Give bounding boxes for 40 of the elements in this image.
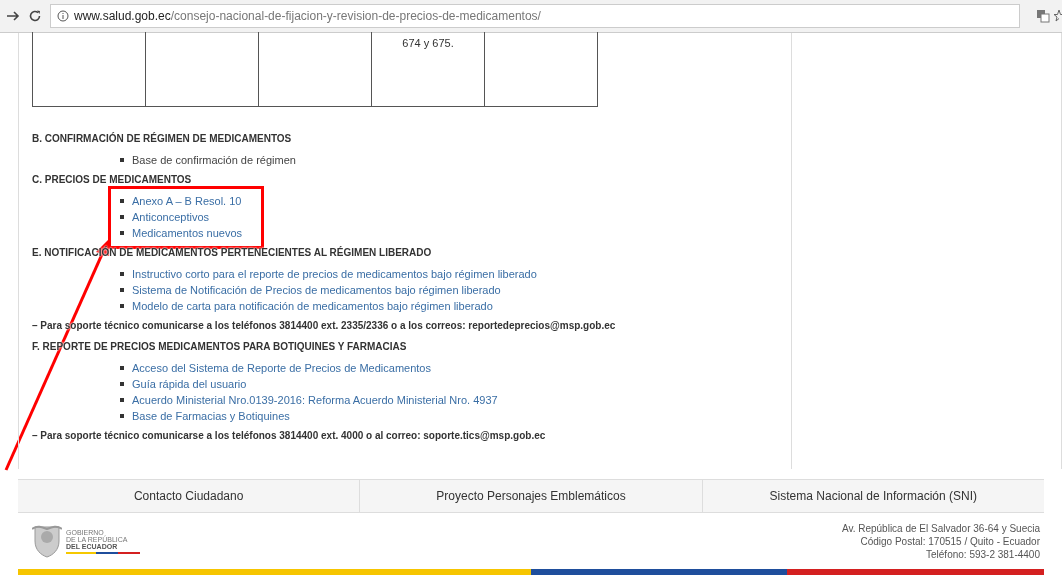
- translate-icon[interactable]: [1036, 9, 1050, 23]
- bullet-icon: [120, 231, 124, 235]
- section-heading: C. PRECIOS DE MEDICAMENTOS: [32, 174, 193, 185]
- document-link[interactable]: Instructivo corto para el reporte de precios de medicamentos bajo régimen liberado: [132, 268, 537, 280]
- forward-arrow-icon[interactable]: [6, 9, 20, 23]
- footer-link[interactable]: Contacto Ciudadano: [18, 480, 360, 512]
- section-heading: B. CONFIRMACIÓN DE RÉGIMEN DE MEDICAMENTOS: [32, 133, 293, 144]
- document-link[interactable]: Acceso del Sistema de Reporte de Precios de Medicamentos: [132, 362, 431, 374]
- address-bar[interactable]: www.salud.gob.ec/consejo-nacional-de-fijacion-y-revision-de-precios-de-medicamentos/: [50, 4, 1020, 28]
- support-note: – Para soporte técnico comunicarse a los teléfonos 3814400 ext. 4000 o al correo: soporte.tics@msp.gob.ec: [32, 430, 547, 441]
- bullet-icon: [120, 366, 124, 370]
- bullet-icon: [120, 382, 124, 386]
- url-text: www.salud.gob.ec/consejo-nacional-de-fijacion-y-revision-de-precios-de-medicamentos/: [74, 9, 541, 23]
- footer-link[interactable]: Sistema Nacional de Información (SNI): [701, 480, 1044, 512]
- list-text: Base de confirmación de régimen: [132, 154, 296, 166]
- document-link[interactable]: Anticonceptivos: [132, 211, 210, 223]
- table-cell: 674 y 675.: [371, 32, 485, 107]
- address-text: Av. República de El Salvador 36-64 y Suecia: [841, 521, 1040, 535]
- address-text: Código Postal: 170515 / Quito - Ecuador: [859, 534, 1040, 548]
- bullet-icon: [120, 288, 124, 292]
- document-link[interactable]: Guía rápida del usuario: [132, 378, 247, 390]
- bullet-icon: [120, 272, 124, 276]
- footer-link[interactable]: Proyecto Personajes Emblemáticos: [359, 480, 702, 512]
- reload-icon[interactable]: [28, 9, 42, 23]
- coat-of-arms-icon: [32, 523, 62, 559]
- document-link[interactable]: Medicamentos nuevos: [132, 227, 243, 239]
- bullet-icon: [120, 304, 124, 308]
- document-link[interactable]: Modelo de carta para notificación de medicamentos bajo régimen liberado: [132, 300, 493, 312]
- address-text: Teléfono: 593-2 381-4400: [925, 547, 1040, 561]
- bullet-icon: [120, 215, 124, 219]
- bullet-icon: [120, 398, 124, 402]
- document-link[interactable]: Anexo A – B Resol. 10: [132, 195, 242, 207]
- bullet-icon: [120, 414, 124, 418]
- document-link[interactable]: Acuerdo Ministerial Nro.0139-2016: Reforma Acuerdo Ministerial Nro. 4937: [132, 394, 498, 406]
- document-link[interactable]: Sistema de Notificación de Precios de medicamentos bajo régimen liberado: [132, 284, 501, 296]
- star-icon[interactable]: [1054, 9, 1062, 23]
- info-icon[interactable]: [57, 10, 69, 22]
- bullet-icon: [120, 158, 124, 162]
- document-link[interactable]: Base de Farmacias y Botiquines: [132, 410, 290, 422]
- bullet-icon: [120, 199, 124, 203]
